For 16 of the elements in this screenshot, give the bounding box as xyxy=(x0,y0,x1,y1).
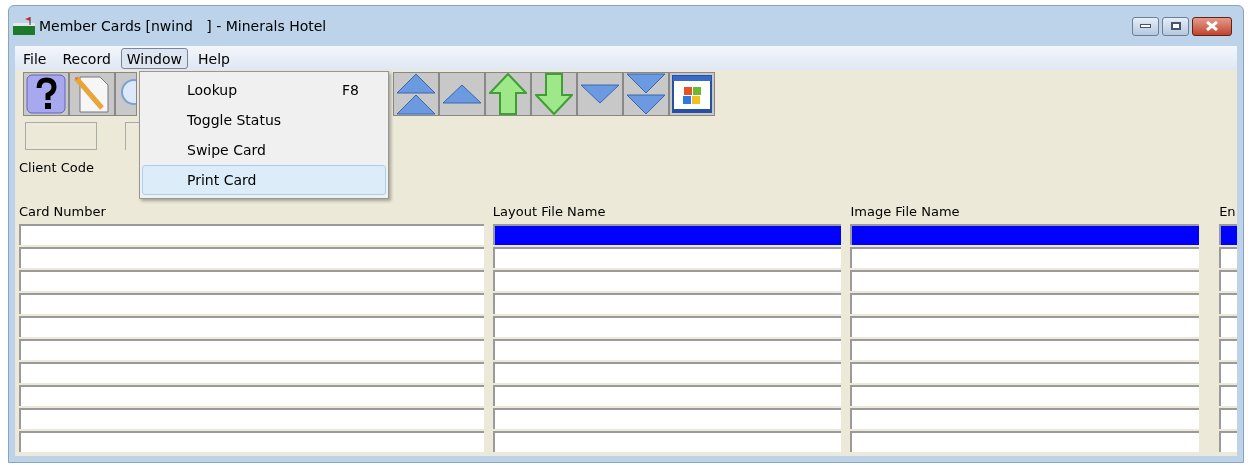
column-header: Layout File Name xyxy=(492,203,607,221)
menu-option[interactable]: Swipe Card xyxy=(142,135,386,165)
menu-option[interactable]: Print Card xyxy=(142,165,386,195)
menu-option-label: Lookup xyxy=(187,80,239,100)
menu-option[interactable]: Toggle Status xyxy=(142,105,386,135)
menu-item[interactable]: Record xyxy=(56,47,117,69)
menu-item[interactable]: Window xyxy=(120,47,188,69)
column-header: Image File Name xyxy=(850,203,961,221)
shortcut-label: F8 xyxy=(342,80,359,100)
column-header: Card Number xyxy=(19,203,107,221)
column-header: En xyxy=(1219,203,1237,221)
window-title: Member Cards [nwind ] - Minerals Hotel xyxy=(39,16,327,36)
menu-item[interactable]: File xyxy=(17,47,53,69)
menu-option[interactable]: Lookup F8 xyxy=(142,75,386,105)
menu-item[interactable]: Help xyxy=(192,47,236,69)
field-label: Client Code xyxy=(19,159,95,178)
